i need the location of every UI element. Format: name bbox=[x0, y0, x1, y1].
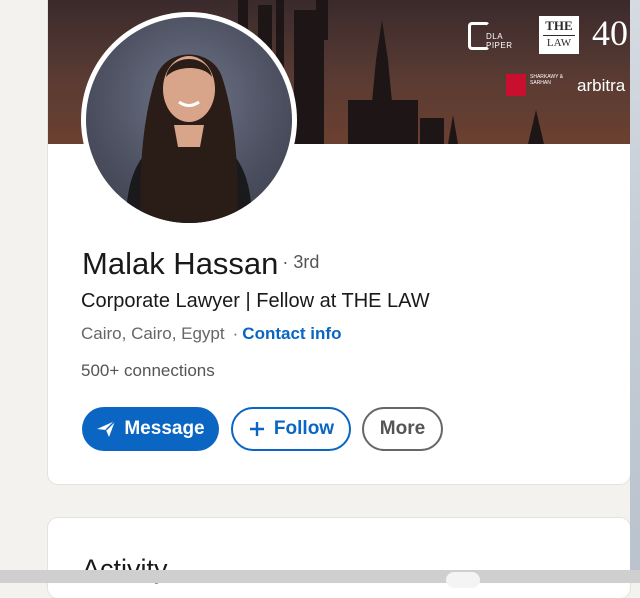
plus-icon bbox=[248, 420, 266, 438]
connections-label: connections bbox=[124, 361, 215, 380]
profile-location: Cairo, Cairo, Egypt bbox=[81, 324, 225, 343]
contact-info-link[interactable]: Contact info bbox=[242, 324, 341, 343]
window-edge bbox=[630, 0, 640, 583]
follow-label: Follow bbox=[273, 418, 335, 439]
sharkawy-text: SHARKAWY & SARHAN bbox=[530, 74, 564, 86]
separator-dot: · bbox=[232, 324, 239, 343]
profile-photo bbox=[86, 17, 292, 223]
location-row: Cairo, Cairo, Egypt · Contact info bbox=[81, 324, 341, 344]
arbitra-logo: arbitra bbox=[577, 76, 626, 95]
sharkawy-logo: SHARKAWY & SARHAN bbox=[506, 72, 566, 98]
the-law-logo: THE LAW bbox=[539, 16, 579, 54]
profile-name-row: Malak Hassan · 3rd bbox=[82, 246, 319, 286]
more-label: More bbox=[379, 418, 426, 439]
more-button[interactable]: More bbox=[362, 407, 443, 451]
profile-headline: Corporate Lawyer | Fellow at THE LAW bbox=[81, 290, 430, 312]
follow-button[interactable]: Follow bbox=[231, 407, 351, 451]
connection-degree: · 3rd bbox=[282, 252, 320, 272]
dla-piper-logo: DLA PIPER bbox=[466, 18, 524, 50]
the-law-line1: THE bbox=[545, 18, 573, 33]
logo-40: 40 bbox=[592, 13, 628, 53]
connection-degree-value: 3rd bbox=[293, 252, 320, 272]
activity-card: Activity bbox=[48, 518, 630, 598]
bottom-scrollbar[interactable] bbox=[0, 570, 640, 588]
the-law-line2: LAW bbox=[543, 35, 575, 50]
dla-piper-text: DLA PIPER bbox=[486, 32, 513, 50]
message-label: Message bbox=[124, 418, 205, 439]
scrollbar-thumb[interactable] bbox=[446, 572, 480, 588]
message-button[interactable]: Message bbox=[82, 407, 219, 451]
send-icon bbox=[96, 420, 116, 438]
profile-name: Malak Hassan bbox=[82, 246, 279, 281]
connections-count[interactable]: 500+ connections bbox=[81, 361, 215, 381]
profile-avatar[interactable] bbox=[81, 12, 297, 228]
connections-number: 500+ bbox=[81, 361, 120, 380]
profile-card: DLA PIPER THE LAW 40 SHARKAWY & SARHAN a… bbox=[48, 0, 630, 484]
